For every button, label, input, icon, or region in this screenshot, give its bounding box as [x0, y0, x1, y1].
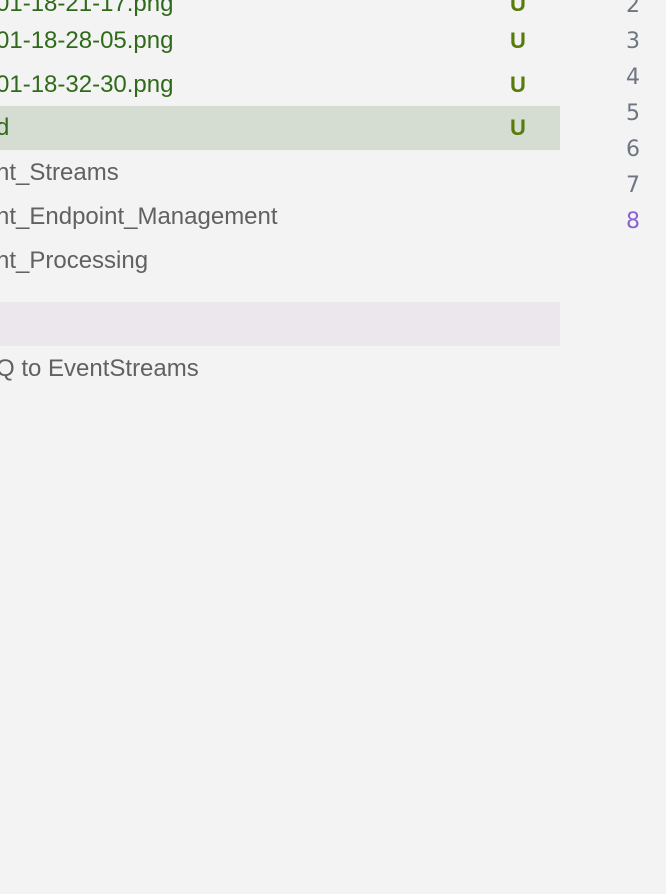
line-number: 5 [626, 101, 640, 126]
line-number: 7 [626, 173, 640, 198]
file-explorer: 01-18-21-17.png U 01-18-28-05.png U 01-1… [0, 0, 560, 894]
line-number-active: 8 [626, 209, 640, 234]
explorer-item[interactable]: 01-18-32-30.png U [0, 63, 560, 107]
explorer-item[interactable]: 01-18-28-05.png U [0, 19, 560, 63]
file-name: 01-18-28-05.png [0, 27, 174, 54]
folder-name: nt_Streams [0, 159, 119, 186]
line-number: 6 [626, 137, 640, 162]
file-name: d [0, 114, 10, 141]
explorer-item[interactable]: nt_Processing [0, 239, 560, 283]
git-status-badge: U [510, 28, 526, 53]
git-status-badge: U [510, 115, 526, 140]
folder-name: nt_Processing [0, 247, 149, 274]
line-number: 2 [626, 0, 640, 18]
explorer-item[interactable]: nt_Streams [0, 151, 560, 195]
line-number: 4 [626, 65, 640, 90]
editor-gutter: 2 3 4 5 6 7 8 [560, 0, 666, 894]
git-status-badge: U [510, 72, 526, 97]
item-name: Q to EventStreams [0, 355, 199, 382]
explorer-item-selected[interactable]: d U [0, 106, 560, 150]
file-name: 01-18-32-30.png [0, 71, 174, 98]
line-number: 3 [626, 29, 640, 54]
folder-name: nt_Endpoint_Management [0, 203, 278, 230]
explorer-item[interactable]: Q to EventStreams [0, 347, 560, 391]
explorer-item-hover[interactable] [0, 302, 560, 346]
explorer-item[interactable]: nt_Endpoint_Management [0, 195, 560, 239]
